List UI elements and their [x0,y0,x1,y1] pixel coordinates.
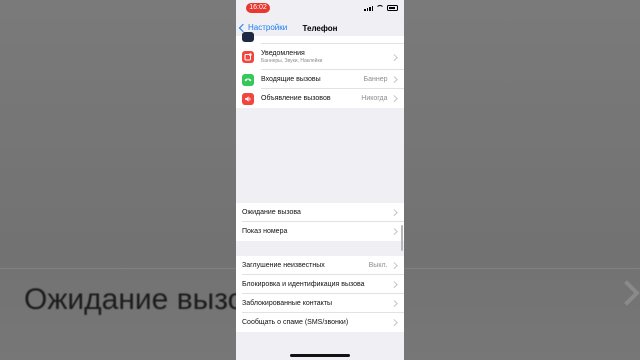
notifications-icon [242,51,254,63]
background-divider [404,268,640,269]
list-item-label: Уведомления Баннеры, Звуки, Наклейки [261,50,392,64]
list-item-value: Баннер [363,76,388,83]
list-item-label: Входящие вызовы [261,76,321,83]
incoming-calls-icon [242,73,254,86]
phone-app-icon [242,32,254,42]
list-item-label: Блокировка и идентификация вызова [242,281,365,288]
list-item[interactable]: Ожидание вызова [236,203,404,222]
page-title: Телефон [302,24,338,33]
call-waiting-group: Ожидание вызова Показ номера [236,203,404,241]
chevron-right-icon [390,262,397,269]
announce-calls-icon [242,92,254,105]
chevron-right-icon [390,228,397,235]
phone-screen: 16:02 Настройки Телефон Уведомления Банн… [236,0,404,360]
list-item[interactable]: Уведомления Баннеры, Звуки, Наклейки [236,44,404,70]
list-item[interactable]: Показ номера [236,222,404,241]
list-item[interactable]: Объявление вызовов Никогда [236,89,404,108]
background-zoom-text: Ожидание вызо [24,283,236,316]
home-indicator[interactable] [290,354,350,357]
list-item-label: Объявление вызовов [261,95,331,102]
wifi-icon [376,5,384,11]
battery-icon [387,5,398,11]
background-chevron-icon [614,280,640,306]
list-item[interactable]: Заблокированные контакты [236,294,404,313]
list-item-subtitle: Баннеры, Звуки, Наклейки [261,58,323,64]
chevron-right-icon [390,209,397,216]
blocking-group: Заглушение неизвестных Выкл. Блокировка … [236,256,404,332]
list-item[interactable]: Сообщать о спаме (SMS/звонки) [236,313,404,332]
scroll-indicator[interactable] [401,225,403,251]
chevron-right-icon [390,300,397,307]
list-item-label: Заблокированные контакты [242,300,333,307]
list-item-label: Показ номера [242,228,288,235]
partial-row [236,32,404,44]
list-item[interactable]: Блокировка и идентификация вызова [236,275,404,294]
list-item[interactable]: Заглушение неизвестных Выкл. [236,256,404,275]
background-right [404,0,640,360]
status-icons [364,5,398,11]
chevron-right-icon [390,76,397,83]
status-bar: 16:02 [236,0,404,18]
list-item[interactable]: Входящие вызовы Баннер [236,70,404,89]
background-left: Ожидание вызо [0,0,236,360]
list-item-label: Заглушение неизвестных [242,262,325,269]
list-item-label: Ожидание вызова [242,209,301,216]
list-item-value: Выкл. [368,262,388,269]
chevron-right-icon [390,95,397,102]
list-item-value: Никогда [361,95,388,102]
list-item-label: Сообщать о спаме (SMS/звонки) [242,319,349,326]
background-divider [0,268,236,269]
chevron-right-icon [390,281,397,288]
notifications-group: Уведомления Баннеры, Звуки, Наклейки Вхо… [236,44,404,108]
chevron-right-icon [390,53,397,61]
chevron-right-icon [390,319,397,326]
status-time: 16:02 [246,3,270,13]
signal-icon [364,5,373,11]
